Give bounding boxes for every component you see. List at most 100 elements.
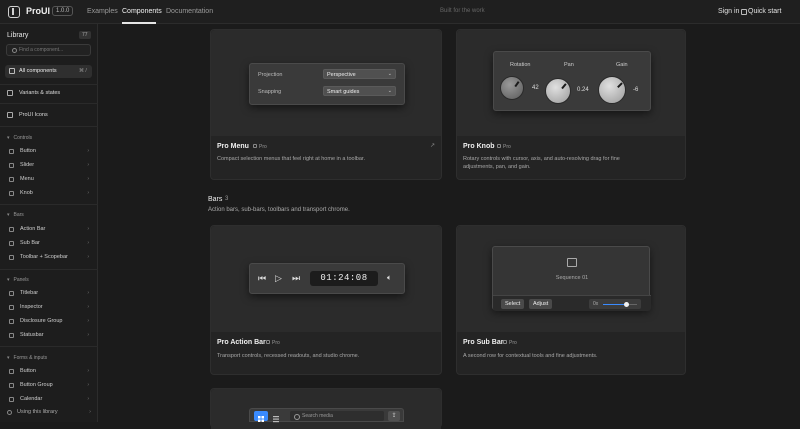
- card-pro-action-bar[interactable]: Pro Action Bar Pro Transport controls, r…: [210, 225, 442, 375]
- section-panels[interactable]: Panels: [7, 277, 29, 283]
- nav-components[interactable]: Components: [122, 8, 162, 15]
- divider: [0, 269, 98, 270]
- sidebar-item-calendar[interactable]: Calendar ›: [9, 396, 91, 402]
- skip-back-icon[interactable]: ⏮: [258, 273, 266, 284]
- pan-value: 0.24: [577, 87, 589, 93]
- shortcut-hint: ⌘ /: [79, 68, 87, 74]
- calendar-icon: [9, 396, 14, 402]
- nav-examples[interactable]: Examples: [87, 8, 118, 15]
- grid-icon: [9, 68, 15, 74]
- slider-icon: [9, 162, 14, 168]
- knob-panel: Rotation 42 Pan 0.24 Gain -6: [493, 51, 651, 111]
- knob-indicator: [514, 81, 520, 87]
- skip-forward-icon[interactable]: ⏭: [292, 273, 300, 284]
- toolbar-icon: [9, 254, 14, 260]
- sidebar-item-menu[interactable]: Menu ›: [9, 176, 91, 182]
- sidebar-item-label: Calendar: [20, 396, 43, 402]
- adjust-button[interactable]: Adjust: [529, 299, 553, 309]
- select-button[interactable]: Select: [501, 299, 525, 309]
- play-icon[interactable]: ▷: [275, 273, 282, 284]
- sidebar-item-label: Button Group: [20, 382, 53, 388]
- using-library-link[interactable]: Using this library ›: [7, 409, 91, 415]
- sign-in-link[interactable]: Sign in: [718, 8, 739, 15]
- list-view-button[interactable]: [269, 411, 283, 423]
- sidebar-item-slider[interactable]: Slider ›: [9, 162, 91, 168]
- nav-documentation[interactable]: Documentation: [166, 8, 213, 15]
- chevron-down-icon: ⌄: [387, 71, 392, 77]
- menu-icon: [9, 176, 14, 182]
- sidebar-search-input[interactable]: Find a component...: [6, 44, 91, 56]
- card-pro-menu[interactable]: Projection Perspective ⌄ Snapping Smart g…: [210, 29, 442, 180]
- speaker-icon[interactable]: 🔈︎: [387, 273, 392, 283]
- sidebar-item-icons[interactable]: ProUI Icons: [7, 112, 48, 118]
- card-description: Rotary controls with cursor, axis, and a…: [463, 156, 620, 170]
- statusbar-icon: [9, 332, 14, 338]
- library-count: 77: [79, 31, 91, 39]
- media-search-input[interactable]: Search media: [290, 411, 384, 421]
- sidebar-item-sub-bar[interactable]: Sub Bar ›: [9, 240, 91, 246]
- sidebar-item-button[interactable]: Button ›: [9, 148, 91, 154]
- pro-badge-label: Pro: [259, 144, 267, 150]
- section-forms-inputs[interactable]: Forms & inputs: [7, 355, 48, 361]
- slider-track: [603, 301, 637, 307]
- sidebar-item-action-bar[interactable]: Action Bar ›: [9, 226, 91, 232]
- sidebar-item-label: Menu: [20, 176, 34, 182]
- rotation-knob[interactable]: [500, 76, 524, 100]
- card-title: Pro Knob: [463, 143, 495, 150]
- section-bars[interactable]: Bars: [7, 212, 24, 218]
- sidebar-item-knob[interactable]: Knob ›: [9, 190, 91, 196]
- menu-panel: Projection Perspective ⌄ Snapping Smart g…: [249, 63, 405, 105]
- projection-label: Projection: [258, 72, 283, 78]
- upload-icon[interactable]: ⇪: [388, 411, 400, 421]
- brand-name[interactable]: ProUI: [26, 6, 50, 16]
- library-title: Library: [7, 32, 29, 39]
- sidebar-item-variants[interactable]: Variants & states: [7, 90, 60, 96]
- sidebar-item-label: Titlebar: [20, 290, 39, 296]
- projection-select[interactable]: Perspective ⌄: [323, 69, 396, 79]
- select-value: Smart guides: [327, 89, 360, 95]
- slider-thumb[interactable]: [624, 301, 630, 307]
- chevron-right-icon: ›: [87, 226, 89, 232]
- card-preview: Projection Perspective ⌄ Snapping Smart g…: [211, 30, 441, 136]
- card-title: Pro Action Bar: [217, 339, 266, 346]
- sidebar-item-label: Sub Bar: [20, 240, 40, 246]
- section-title: Bars: [208, 196, 223, 203]
- snapping-select[interactable]: Smart guides ⌄: [323, 86, 396, 96]
- slider-label: 0x: [593, 301, 599, 307]
- titlebar-icon: [9, 290, 14, 296]
- action-bar-icon: [9, 226, 14, 232]
- sidebar-item-all-components[interactable]: All components ⌘ /: [5, 65, 92, 78]
- pan-knob[interactable]: [545, 78, 571, 104]
- gain-value: -6: [633, 87, 639, 93]
- card-description: Compact selection menus that feel right …: [217, 156, 365, 162]
- pro-badge-label: Pro: [509, 340, 517, 346]
- section-controls[interactable]: Controls: [7, 135, 33, 141]
- sidebar-item-form-button[interactable]: Button ›: [9, 368, 91, 374]
- transport-bar: ⏮ ▷ ⏭ 01:24:08 🔈︎: [249, 263, 405, 294]
- sidebar-item-disclosure-group[interactable]: Disclosure Group ›: [9, 318, 91, 324]
- chevron-right-icon: ›: [89, 409, 91, 415]
- gain-knob[interactable]: [598, 76, 626, 104]
- zoom-slider[interactable]: 0x: [589, 299, 641, 309]
- sidebar-item-statusbar[interactable]: Statusbar ›: [9, 332, 91, 338]
- sub-bar-panel: Sequence 01 Select Adjust 0x: [492, 246, 651, 311]
- sidebar-item-label: Knob: [20, 190, 33, 196]
- sidebar-item-toolbar-scopebar[interactable]: Toolbar + Scopebar ›: [9, 254, 91, 260]
- sidebar-item-button-group[interactable]: Button Group ›: [9, 382, 91, 388]
- knob-label-rotation: Rotation: [510, 62, 531, 68]
- chevron-right-icon: ›: [87, 190, 89, 196]
- logo-icon: [8, 6, 20, 18]
- sub-bar-icon: [9, 240, 14, 246]
- sidebar-item-titlebar[interactable]: Titlebar ›: [9, 290, 91, 296]
- quick-start-button[interactable]: Quick start: [748, 8, 781, 15]
- sidebar: Library 77 Find a component... All compo…: [0, 24, 98, 422]
- card-pro-knob[interactable]: Rotation 42 Pan 0.24 Gain -6 Pro Knob Pr…: [456, 29, 686, 180]
- grid-view-button[interactable]: [254, 411, 268, 422]
- help-icon: [7, 409, 12, 415]
- chevron-right-icon: ›: [87, 396, 89, 402]
- nav-active-indicator: [122, 22, 156, 24]
- open-arrow-icon[interactable]: ↗: [430, 142, 435, 149]
- disclosure-icon: [9, 318, 14, 324]
- sidebar-item-inspector[interactable]: Inspector ›: [9, 304, 91, 310]
- sidebar-item-label: Statusbar: [20, 332, 44, 338]
